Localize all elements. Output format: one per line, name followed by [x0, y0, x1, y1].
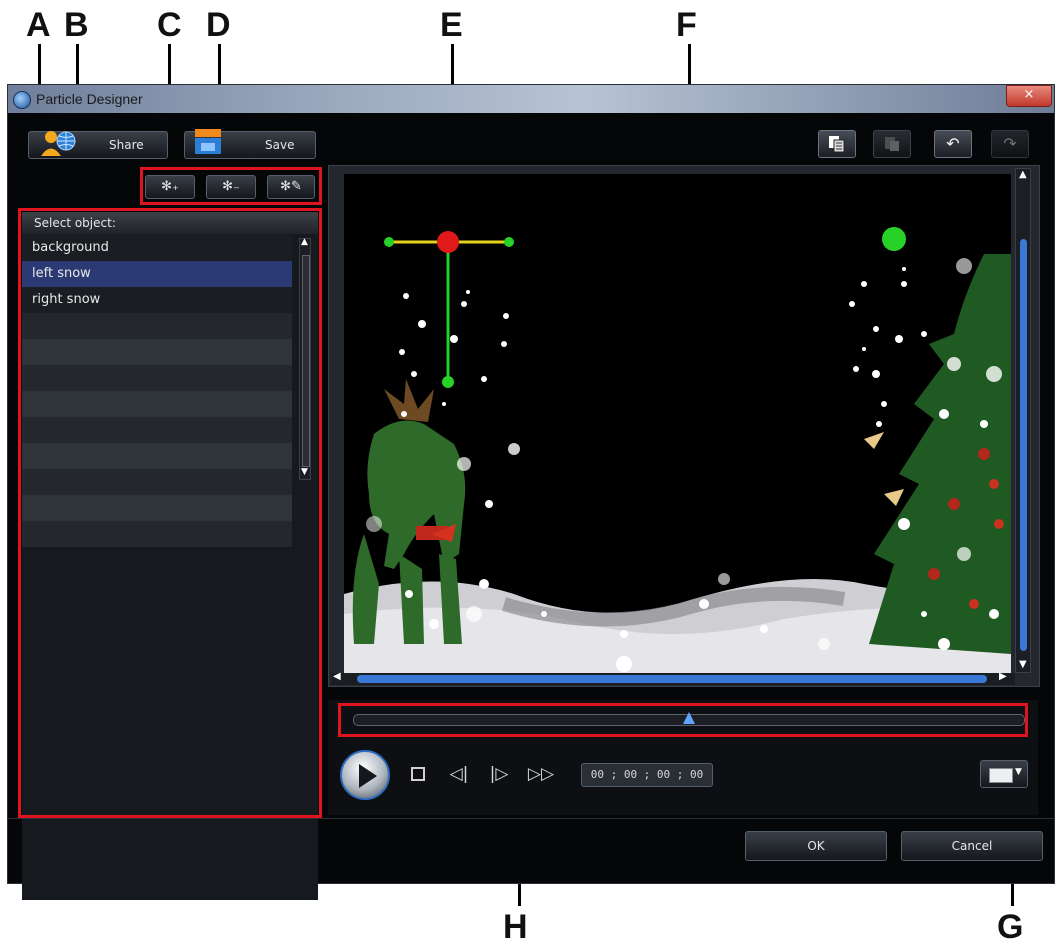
display-options-button[interactable]: ▼ [980, 760, 1028, 788]
highlight-c [140, 167, 322, 205]
preview-vertical-scrollbar[interactable]: ▲ ▼ [1015, 168, 1031, 673]
paste-icon [883, 137, 901, 157]
cancel-button[interactable]: Cancel [901, 831, 1043, 861]
preview-canvas[interactable] [344, 174, 1011, 674]
close-button[interactable]: × [1006, 85, 1052, 107]
app-icon [13, 91, 31, 109]
cancel-label: Cancel [951, 839, 993, 853]
title-bar[interactable]: Particle Designer × [8, 85, 1054, 113]
play-button[interactable] [340, 750, 390, 800]
paste-button[interactable] [873, 130, 911, 158]
stop-button[interactable] [408, 762, 428, 786]
copy-button[interactable] [818, 130, 856, 158]
scroll-right-arrow-icon[interactable]: ▶ [999, 671, 1007, 682]
right-emitter-handle [882, 227, 906, 251]
christmas-tree [864, 254, 1011, 654]
save-icon [193, 126, 223, 156]
next-frame-button[interactable]: |▷ [486, 762, 512, 786]
share-icon [39, 129, 77, 157]
window-title: Particle Designer [36, 91, 143, 107]
fast-forward-icon: ▷▷ [527, 764, 555, 784]
save-button[interactable]: Save [184, 129, 316, 159]
chevron-down-icon: ▼ [1015, 767, 1022, 777]
callout-f: F [676, 6, 697, 44]
save-label: Save [265, 138, 295, 152]
highlight-b [18, 208, 322, 818]
scroll-left-arrow-icon[interactable]: ◀ [333, 671, 341, 682]
undo-button[interactable]: ↶ [934, 130, 972, 158]
callout-a: A [26, 6, 51, 44]
preview-horizontal-scrollbar[interactable]: ◀ ▶ [331, 671, 1015, 685]
share-label: Share [109, 138, 144, 152]
undo-icon: ↶ [946, 134, 960, 153]
reindeer-topiary [352, 379, 466, 644]
fast-forward-button[interactable]: ▷▷ [526, 762, 556, 786]
preview-area: ▲ ▼ ◀ ▶ [328, 165, 1040, 687]
particle-designer-window: Particle Designer × Share Save ↶ ↷ ✻₊ ✻₋… [7, 84, 1055, 900]
timecode-display: 00 ; 00 ; 00 ; 00 [581, 763, 713, 787]
ok-label: OK [807, 839, 825, 853]
previous-frame-icon: ◁| [449, 764, 469, 784]
next-frame-icon: |▷ [489, 764, 509, 784]
redo-icon: ↷ [1003, 134, 1017, 153]
scroll-up-arrow-icon[interactable]: ▲ [1019, 169, 1027, 180]
callout-g: G [997, 908, 1024, 946]
play-icon [359, 764, 377, 788]
ok-button[interactable]: OK [745, 831, 887, 861]
monitor-dropdown-icon [989, 768, 1013, 783]
scroll-thumb[interactable] [357, 675, 987, 683]
callout-h: H [503, 908, 528, 946]
callout-e: E [440, 6, 463, 44]
scroll-thumb[interactable] [1020, 239, 1027, 651]
share-button[interactable]: Share [28, 131, 168, 159]
copy-icon [828, 136, 846, 157]
redo-button[interactable]: ↷ [991, 130, 1029, 158]
previous-frame-button[interactable]: ◁| [446, 762, 472, 786]
scroll-down-arrow-icon[interactable]: ▼ [1019, 659, 1027, 670]
emitter-gizmo [384, 231, 514, 388]
callout-b: B [64, 6, 89, 44]
highlight-h [338, 703, 1028, 737]
stop-icon [411, 767, 425, 781]
footer-divider [8, 818, 1054, 819]
callout-c: C [157, 6, 182, 44]
callout-d: D [206, 6, 231, 44]
